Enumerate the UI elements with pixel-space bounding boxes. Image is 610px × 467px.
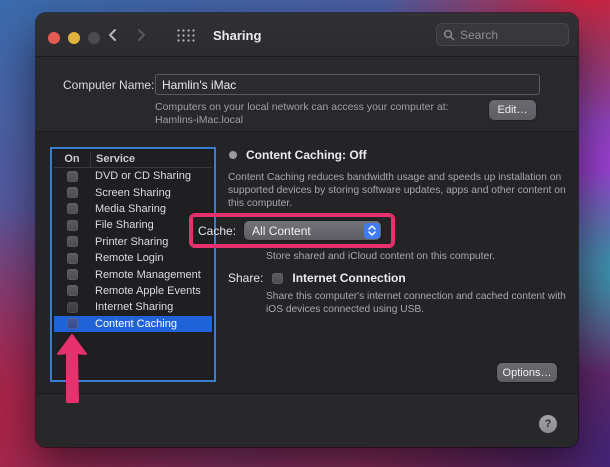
network-access-text: Computers on your local network can acce… (155, 101, 449, 113)
show-all-grid-icon[interactable] (177, 29, 195, 42)
cache-dropdown[interactable]: All Content (244, 221, 382, 240)
search-icon (443, 29, 455, 40)
local-hostname: Hamlins-iMac.local (155, 114, 244, 126)
title-bar: Sharing Search (36, 13, 578, 57)
search-input[interactable]: Search (436, 23, 569, 46)
checkbox[interactable] (66, 203, 78, 215)
service-list-header: On Service (54, 151, 212, 168)
help-button[interactable]: ? (539, 415, 557, 433)
cache-row: Cache: All Content (198, 221, 382, 240)
checkbox[interactable] (66, 236, 78, 248)
service-row-media-sharing[interactable]: Media Sharing (54, 201, 212, 217)
options-button[interactable]: Options… (497, 363, 557, 382)
service-row-remote-login[interactable]: Remote Login (54, 250, 212, 266)
checkbox[interactable] (66, 187, 78, 199)
checkbox[interactable] (66, 219, 78, 231)
cache-dropdown-value: All Content (252, 223, 311, 238)
service-row-remote-apple-events[interactable]: Remote Apple Events (54, 283, 212, 299)
page-title: Sharing (213, 28, 262, 43)
minimize-button[interactable] (68, 32, 80, 44)
service-row-dvd-cd-sharing[interactable]: DVD or CD Sharing (54, 168, 212, 184)
checkbox[interactable] (66, 301, 78, 313)
content-caching-description: Content Caching reduces bandwidth usage … (228, 172, 566, 209)
service-row-internet-sharing[interactable]: Internet Sharing (54, 299, 212, 315)
main-content: On Service DVD or CD Sharing Screen Shar… (36, 132, 578, 393)
callout-arrow-icon (57, 334, 87, 403)
back-icon[interactable] (106, 28, 120, 42)
column-header-service: Service (90, 151, 212, 167)
close-button[interactable] (48, 32, 60, 44)
service-row-screen-sharing[interactable]: Screen Sharing (54, 184, 212, 200)
forward-icon (138, 29, 145, 41)
share-row: Share: Internet Connection (228, 271, 406, 285)
checkbox[interactable] (66, 269, 78, 281)
checkbox[interactable] (66, 285, 78, 297)
computer-name-section: Computer Name: Computers on your local n… (36, 57, 578, 132)
footer-bar: ? (36, 393, 578, 447)
status-heading: Content Caching: Off (246, 148, 367, 162)
internet-connection-label: Internet Connection (292, 271, 406, 285)
computer-name-label: Computer Name: (63, 78, 155, 92)
cache-label: Cache: (198, 223, 237, 238)
share-description: Share this computer's internet connectio… (266, 291, 566, 315)
dropdown-stepper-icon (363, 222, 380, 239)
computer-name-description: Computers on your local network can acce… (155, 101, 449, 127)
checkbox[interactable] (66, 170, 78, 182)
service-row-remote-management[interactable]: Remote Management (54, 266, 212, 282)
share-label: Share: (228, 271, 264, 285)
internet-connection-checkbox[interactable] (272, 272, 284, 284)
zoom-button (88, 32, 100, 44)
service-row-content-caching[interactable]: Content Caching (54, 315, 212, 332)
cache-note: Store shared and iCloud content on this … (266, 251, 495, 262)
column-header-on: On (64, 153, 80, 165)
sharing-preferences-window: Sharing Search Computer Name: Computers … (36, 13, 578, 447)
checkbox[interactable] (66, 318, 78, 330)
checkbox[interactable] (66, 252, 78, 264)
edit-button[interactable]: Edit… (489, 100, 536, 120)
computer-name-field[interactable] (155, 74, 540, 95)
window-controls (48, 32, 100, 44)
status-indicator-icon (229, 151, 237, 159)
search-placeholder: Search (460, 27, 499, 42)
status-row: Content Caching: Off (229, 148, 367, 162)
